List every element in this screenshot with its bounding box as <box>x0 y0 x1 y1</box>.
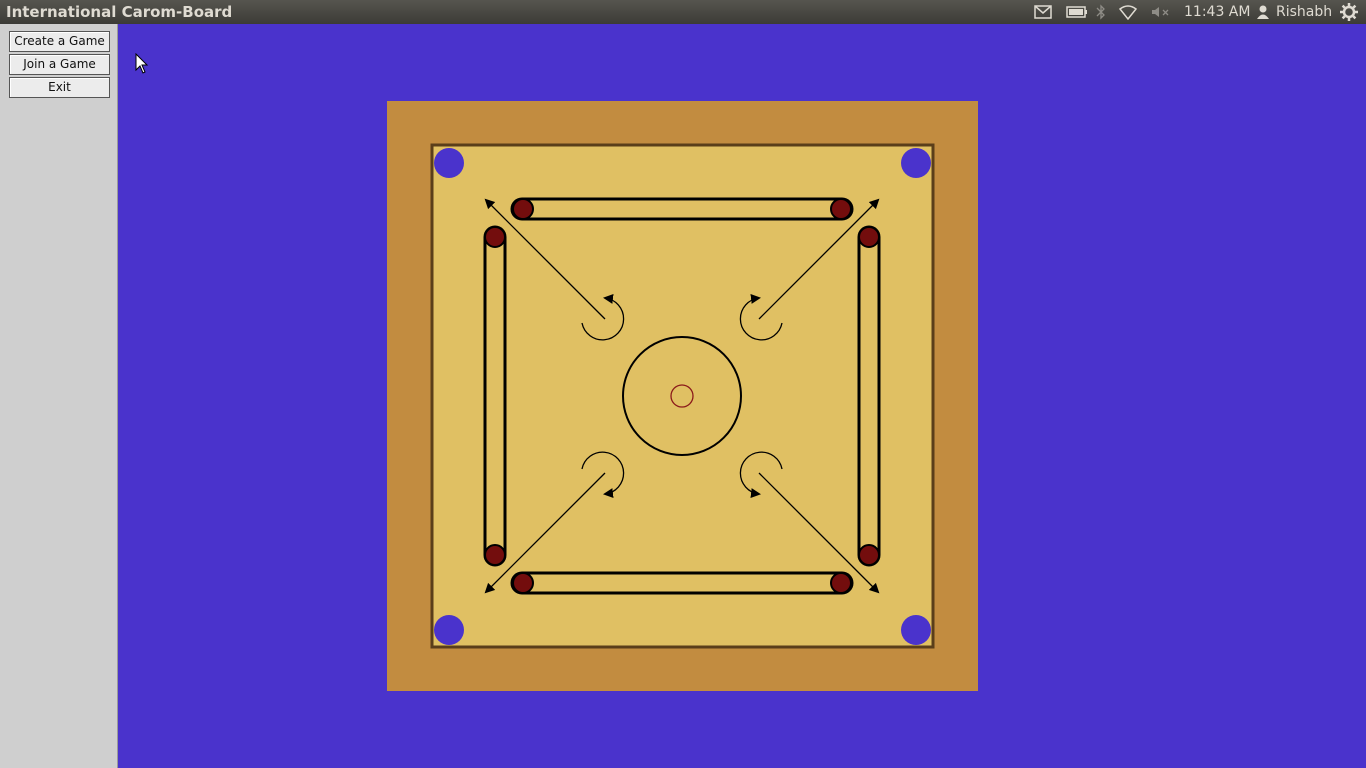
mouse-pointer-icon <box>135 53 149 74</box>
wifi-icon[interactable] <box>1118 2 1138 22</box>
bluetooth-icon[interactable] <box>1096 2 1106 22</box>
sidebar-panel: Create a Game Join a Game Exit <box>0 24 118 768</box>
top-panel: International Carom-Board 11:43 AM Risha… <box>0 0 1366 24</box>
create-game-button[interactable]: Create a Game <box>9 31 110 52</box>
user-icon[interactable] <box>1256 2 1270 22</box>
pocket-top-right <box>901 148 931 178</box>
power-gear-icon[interactable] <box>1340 2 1358 22</box>
app-title: International Carom-Board <box>6 3 233 21</box>
exit-button[interactable]: Exit <box>9 77 110 98</box>
pocket-bottom-left <box>434 615 464 645</box>
volume-muted-icon[interactable] <box>1150 2 1172 22</box>
battery-icon[interactable] <box>1066 2 1088 22</box>
mail-icon[interactable] <box>1034 2 1052 22</box>
carom-board[interactable] <box>387 101 978 691</box>
user-name[interactable]: Rishabh <box>1276 4 1332 20</box>
pocket-bottom-right <box>901 615 931 645</box>
join-game-button[interactable]: Join a Game <box>9 54 110 75</box>
clock[interactable]: 11:43 AM <box>1184 4 1250 20</box>
pocket-top-left <box>434 148 464 178</box>
